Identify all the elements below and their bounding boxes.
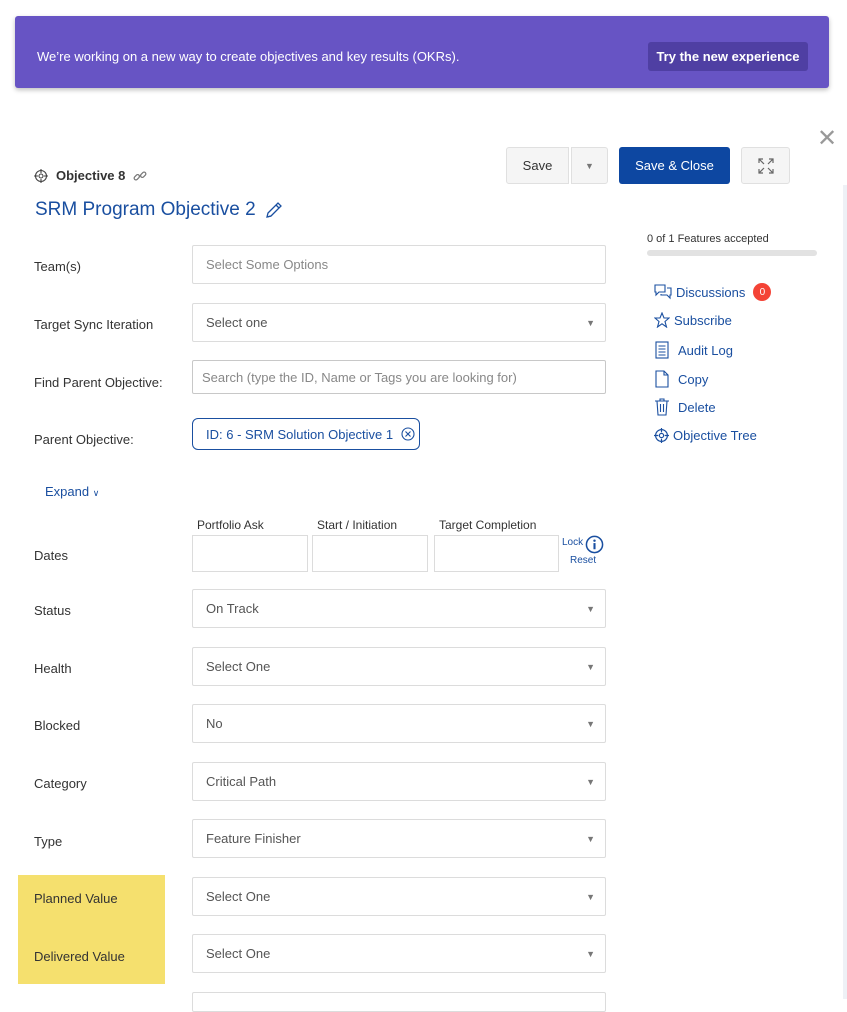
- parent-objective-label: Parent Objective:: [34, 432, 134, 447]
- try-new-experience-button[interactable]: Try the new experience: [648, 42, 808, 71]
- planned-value-value: Select One: [206, 889, 271, 904]
- blocked-value: No: [206, 716, 223, 731]
- target-completion-header: Target Completion: [439, 518, 537, 532]
- status-value: On Track: [206, 601, 259, 616]
- caret-down-icon: ▼: [586, 777, 595, 787]
- dates-label: Dates: [34, 548, 68, 563]
- copy-label: Copy: [678, 371, 709, 387]
- category-label: Category: [34, 776, 87, 791]
- objective-title: SRM Program Objective 2: [35, 199, 256, 220]
- teams-select[interactable]: Select Some Options: [192, 245, 606, 284]
- delivered-value-select[interactable]: Select One ▼: [192, 934, 606, 973]
- caret-down-icon: ▼: [586, 662, 595, 672]
- delete-label: Delete: [678, 399, 716, 415]
- features-progress-text: 0 of 1 Features accepted: [647, 233, 769, 245]
- target-completion-date-input[interactable]: [434, 535, 559, 572]
- features-progress-bar: [647, 250, 817, 256]
- portfolio-ask-header: Portfolio Ask: [197, 518, 264, 532]
- star-icon: [654, 312, 670, 328]
- find-parent-input[interactable]: Search (type the ID, Name or Tags you ar…: [192, 360, 606, 394]
- type-value: Feature Finisher: [206, 831, 301, 846]
- start-initiation-date-input[interactable]: [312, 535, 428, 572]
- type-label: Type: [34, 834, 63, 849]
- subscribe-label: Subscribe: [674, 312, 732, 328]
- delete-link[interactable]: Delete: [654, 398, 716, 416]
- close-icon[interactable]: ✕: [817, 127, 837, 151]
- caret-down-icon: ▼: [586, 719, 595, 729]
- subscribe-link[interactable]: Subscribe: [654, 312, 732, 328]
- announcement-banner: We’re working on a new way to create obj…: [15, 16, 829, 88]
- fullscreen-button[interactable]: [741, 147, 790, 184]
- caret-down-icon: ▼: [586, 949, 595, 959]
- save-and-close-button[interactable]: Save & Close: [619, 147, 730, 184]
- caret-down-icon: ▼: [586, 604, 595, 614]
- blocked-select[interactable]: No ▼: [192, 704, 606, 743]
- info-icon[interactable]: [585, 535, 604, 554]
- status-select[interactable]: On Track ▼: [192, 589, 606, 628]
- parent-objective-chip[interactable]: ID: 6 - SRM Solution Objective 1: [192, 418, 420, 450]
- planned-value-select[interactable]: Select One ▼: [192, 877, 606, 916]
- save-button[interactable]: Save: [506, 147, 569, 184]
- crosshair-icon: [654, 428, 669, 443]
- health-value: Select One: [206, 659, 271, 674]
- health-label: Health: [34, 661, 72, 676]
- audit-log-link[interactable]: Audit Log: [654, 341, 733, 359]
- portfolio-ask-date-input[interactable]: [192, 535, 308, 572]
- chevron-down-icon: ∨: [92, 488, 100, 498]
- caret-down-icon: ▼: [586, 834, 595, 844]
- parent-objective-chip-text: ID: 6 - SRM Solution Objective 1: [206, 426, 394, 442]
- blocked-label: Blocked: [34, 718, 81, 733]
- objective-tree-label: Objective Tree: [673, 428, 757, 443]
- objective-tree-link[interactable]: Objective Tree: [654, 428, 757, 443]
- expand-arrows-icon: [757, 157, 774, 174]
- trash-icon: [655, 398, 669, 416]
- save-options-dropdown[interactable]: ▼: [571, 147, 608, 184]
- target-sync-label: Target Sync Iteration: [34, 317, 154, 332]
- copy-link[interactable]: Copy: [654, 370, 708, 388]
- pencil-icon[interactable]: [264, 200, 284, 220]
- caret-down-icon: ▼: [585, 160, 594, 171]
- health-select[interactable]: Select One ▼: [192, 647, 606, 686]
- audit-log-label: Audit Log: [678, 342, 733, 358]
- copy-icon: [655, 370, 669, 388]
- status-label: Status: [34, 603, 71, 618]
- discussions-count-badge: 0: [753, 283, 772, 301]
- lock-link[interactable]: Lock: [562, 537, 583, 548]
- expand-link[interactable]: Expand ∨: [45, 484, 99, 499]
- link-icon[interactable]: [133, 169, 147, 183]
- caret-down-icon: ▼: [586, 318, 595, 328]
- objective-id-label: Objective 8: [56, 168, 126, 183]
- crosshair-icon: [34, 168, 48, 183]
- scrollbar[interactable]: [843, 185, 847, 999]
- teams-label: Team(s): [34, 259, 81, 274]
- audit-log-icon: [655, 341, 669, 359]
- target-sync-value: Select one: [206, 315, 268, 330]
- planned-value-label: Planned Value: [34, 891, 118, 906]
- start-initiation-header: Start / Initiation: [317, 518, 398, 532]
- expand-label: Expand: [45, 484, 90, 499]
- delivered-value-value: Select One: [206, 946, 271, 961]
- category-value: Critical Path: [206, 774, 277, 789]
- type-select[interactable]: Feature Finisher ▼: [192, 819, 606, 858]
- banner-message: We’re working on a new way to create obj…: [37, 49, 460, 64]
- delivered-value-label: Delivered Value: [34, 949, 125, 964]
- next-field[interactable]: [192, 992, 606, 1012]
- remove-circle-icon[interactable]: [401, 427, 415, 441]
- find-parent-label: Find Parent Objective:: [34, 375, 163, 390]
- discussions-label: Discussions: [676, 284, 746, 300]
- discussion-icon: [654, 284, 672, 300]
- objective-id-row: Objective 8: [34, 168, 147, 183]
- page-title: SRM Program Objective 2: [35, 199, 284, 221]
- caret-down-icon: ▼: [586, 892, 595, 902]
- discussions-link[interactable]: Discussions 0: [654, 283, 772, 301]
- reset-link[interactable]: Reset: [570, 555, 596, 566]
- category-select[interactable]: Critical Path ▼: [192, 762, 606, 801]
- target-sync-select[interactable]: Select one ▼: [192, 303, 606, 342]
